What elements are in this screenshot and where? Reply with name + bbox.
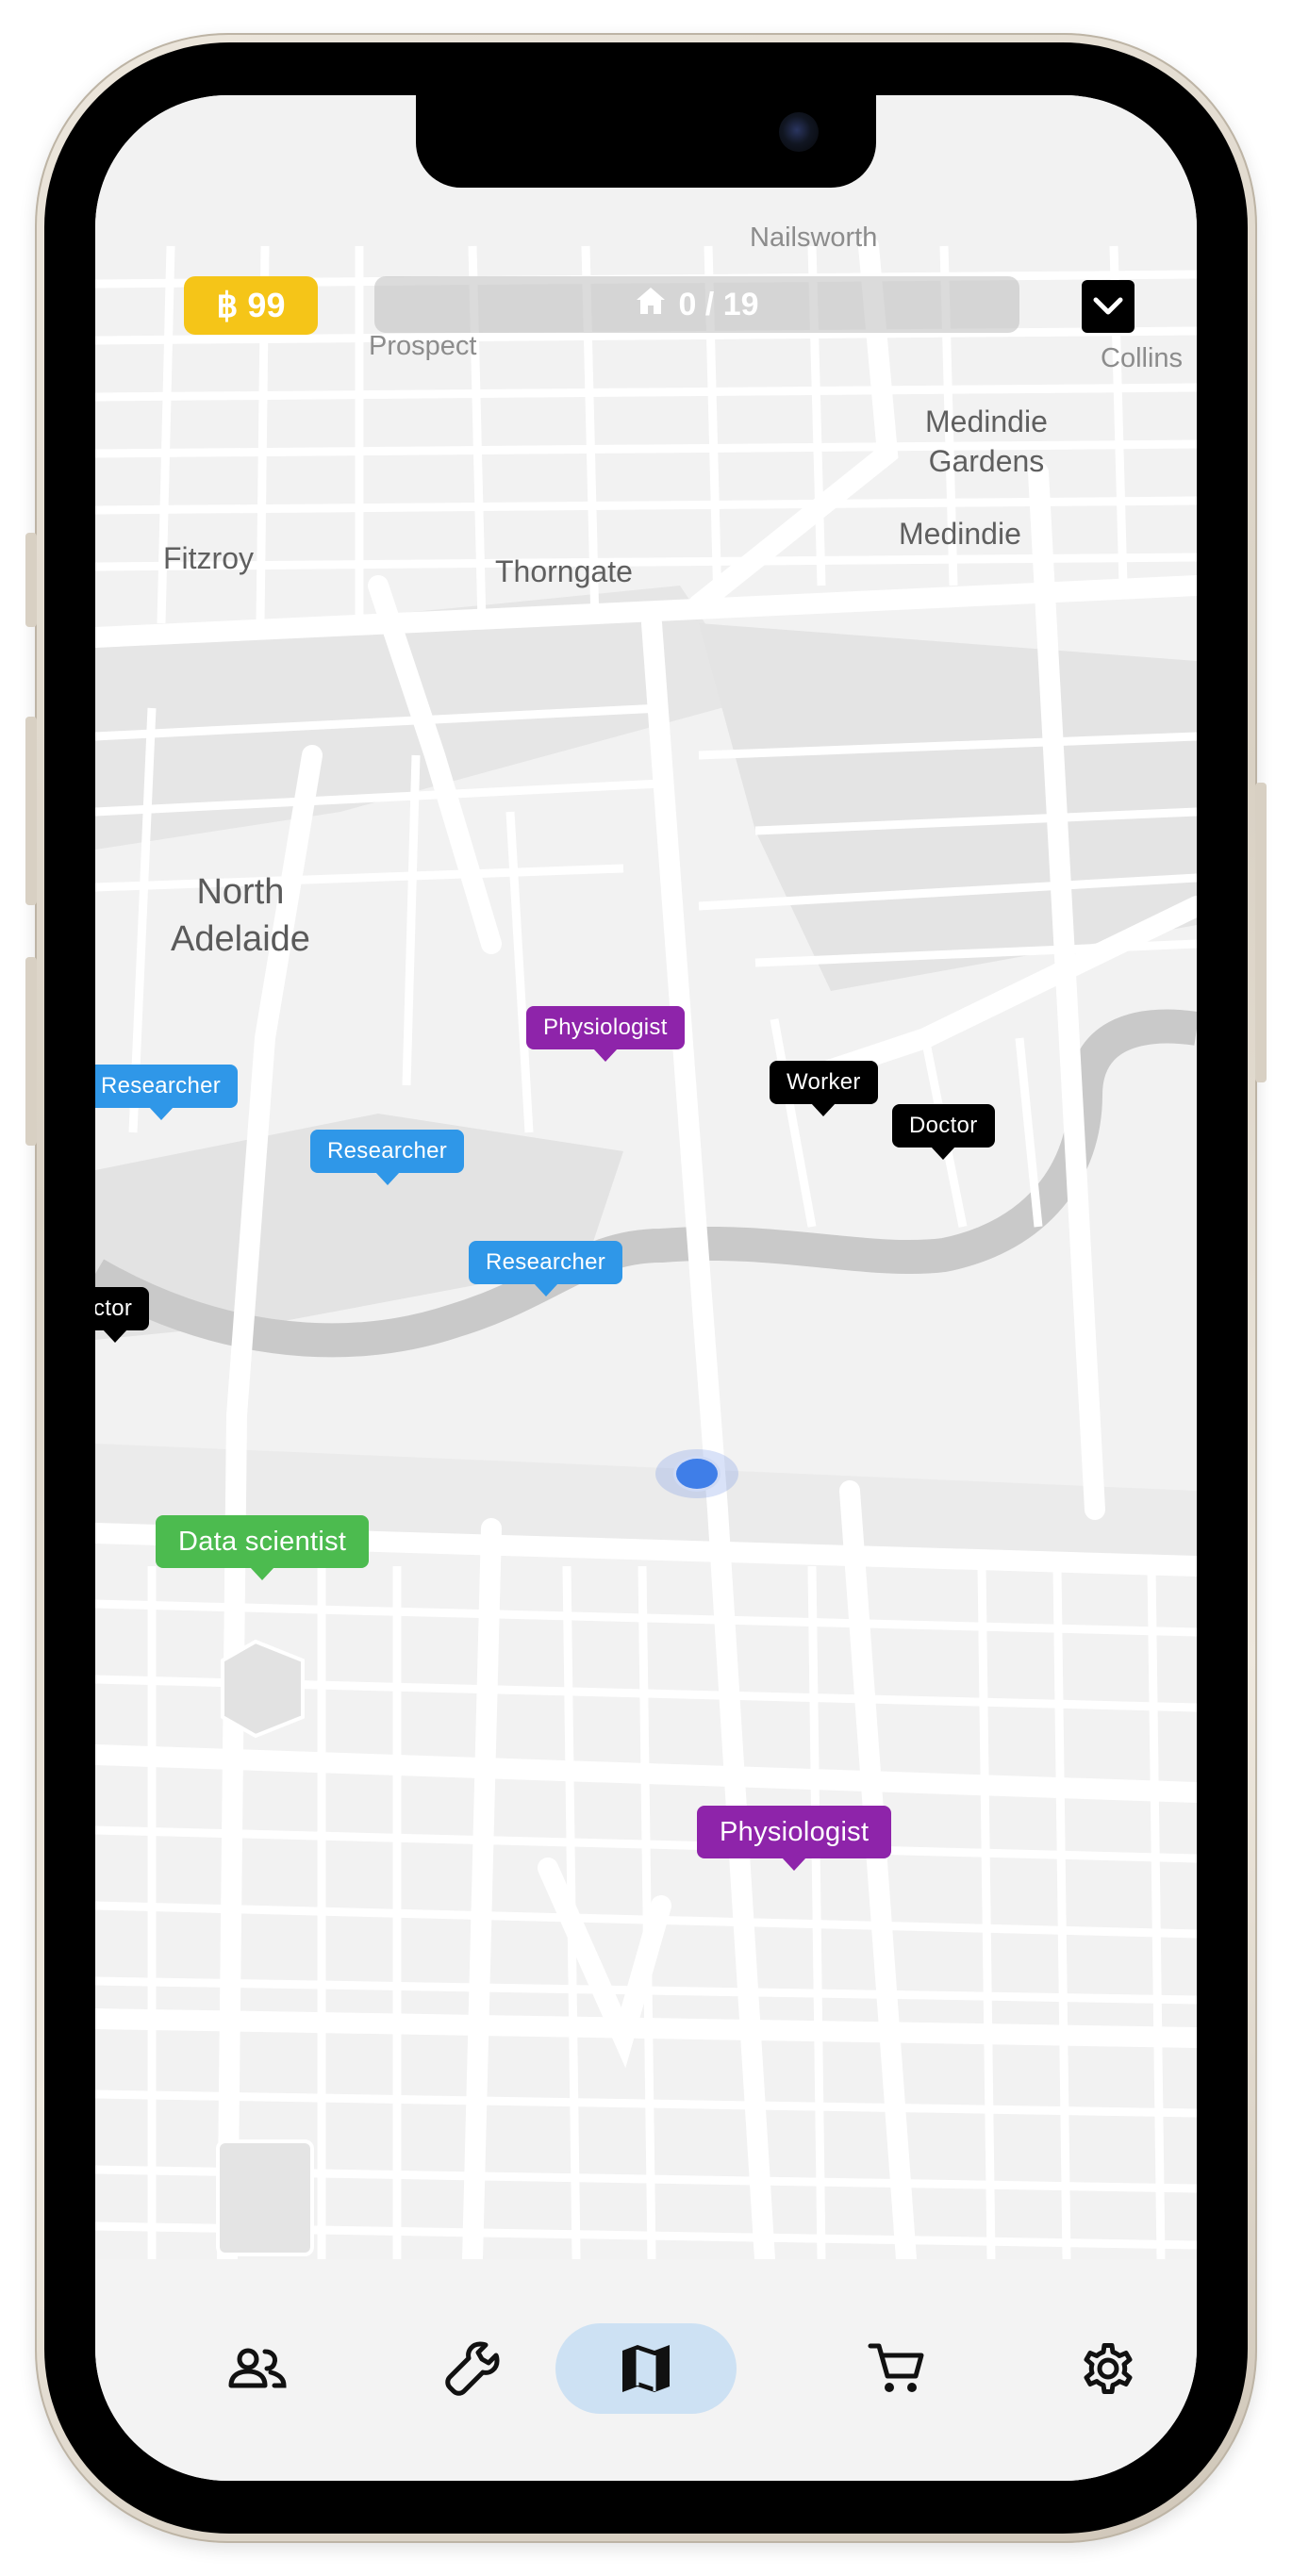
nav-people[interactable] <box>201 2323 314 2414</box>
map-icon <box>622 2345 670 2392</box>
coin-balance: ฿ 99 <box>184 276 318 335</box>
job-marker-physiologist[interactable]: Physiologist <box>526 1006 685 1062</box>
app-screen: Nailsworth Prospect Collins Medindie Gar… <box>95 95 1197 2481</box>
job-marker-researcher[interactable]: Researcher <box>469 1241 623 1296</box>
job-marker-doctor-partial[interactable]: ctor <box>95 1287 150 1343</box>
job-marker-worker[interactable]: Worker <box>770 1061 878 1116</box>
dropdown-toggle-button[interactable] <box>1082 280 1135 333</box>
people-icon <box>228 2348 287 2388</box>
job-marker-researcher[interactable]: Researcher <box>95 1065 239 1120</box>
power-button <box>1255 783 1267 1082</box>
bottom-navigation <box>95 2259 1197 2481</box>
mute-switch <box>25 533 37 627</box>
chevron-down-icon <box>1093 297 1123 315</box>
place-collins: Collins <box>1101 343 1184 373</box>
place-medindie: Medindie <box>899 517 1021 551</box>
nav-settings[interactable] <box>1052 2323 1165 2414</box>
job-marker-data-scientist[interactable]: Data scientist <box>156 1515 370 1580</box>
front-camera <box>779 112 819 152</box>
job-marker-doctor[interactable]: Doctor <box>892 1104 995 1160</box>
nav-map[interactable] <box>555 2323 737 2414</box>
volume-down-button <box>25 957 37 1146</box>
place-thorngate: Thorngate <box>495 554 633 588</box>
house-icon <box>635 286 667 324</box>
place-medindie-gardens: Medindie Gardens <box>925 405 1048 478</box>
progress-text: 0 / 19 <box>678 286 759 322</box>
place-fitzroy: Fitzroy <box>163 541 254 575</box>
bitcoin-icon: ฿ <box>216 286 239 324</box>
coin-value: 99 <box>247 286 286 324</box>
place-north-adelaide: North Adelaide <box>171 872 310 959</box>
houses-progress-bar: 0 / 19 <box>374 276 1019 333</box>
gear-icon <box>1084 2343 1133 2394</box>
wrench-icon <box>445 2341 500 2396</box>
cart-icon <box>868 2343 924 2392</box>
nav-shop[interactable] <box>840 2323 953 2414</box>
notch <box>416 95 876 188</box>
job-marker-researcher[interactable]: Researcher <box>310 1130 465 1185</box>
user-location-dot <box>655 1449 738 1498</box>
nav-tools[interactable] <box>416 2323 529 2414</box>
map-view[interactable]: Nailsworth Prospect Collins Medindie Gar… <box>95 95 1197 2259</box>
job-marker-physiologist-large[interactable]: Physiologist <box>697 1806 892 1871</box>
place-nailsworth: Nailsworth <box>750 223 878 253</box>
volume-up-button <box>25 717 37 905</box>
